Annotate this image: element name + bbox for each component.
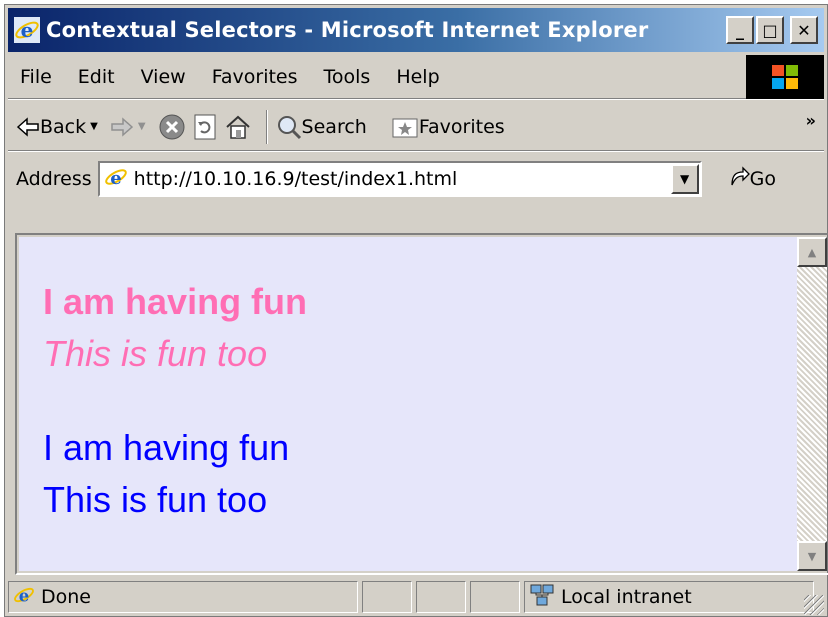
menu-help[interactable]: Help xyxy=(384,66,453,88)
address-bar: Address e http://10.10.16.9/test/index1.… xyxy=(8,155,824,203)
close-button[interactable]: ✕ xyxy=(790,16,818,44)
search-icon xyxy=(276,114,302,140)
svg-text:e: e xyxy=(21,18,34,42)
browser-window: e Contextual Selectors - Microsoft Inter… xyxy=(4,4,828,617)
favorites-icon xyxy=(391,115,419,139)
minimize-button[interactable]: _ xyxy=(726,16,754,44)
status-panel-3 xyxy=(470,581,520,613)
go-arrow-icon xyxy=(726,165,750,194)
standard-toolbar: Back ▼ ▼ Search Favorites » xyxy=(8,103,824,151)
search-label: Search xyxy=(301,115,367,138)
menu-file[interactable]: File xyxy=(8,66,66,88)
stop-button[interactable] xyxy=(158,113,186,141)
back-label: Back xyxy=(40,115,87,138)
toolbar-separator xyxy=(265,109,268,144)
back-button[interactable]: Back ▼ xyxy=(16,116,104,138)
address-input[interactable]: e http://10.10.16.9/test/index1.html ▼ xyxy=(97,161,702,197)
favorites-button[interactable]: Favorites xyxy=(391,115,505,139)
blue-text-line-2: This is fun too xyxy=(43,479,268,520)
scroll-down-icon[interactable]: ▼ xyxy=(797,541,827,571)
menu-bar: File Edit View Favorites Tools Help xyxy=(8,55,824,99)
svg-text:e: e xyxy=(110,168,121,189)
content-frame: I am having fun This is fun too I am hav… xyxy=(15,233,828,575)
menu-favorites[interactable]: Favorites xyxy=(200,66,312,88)
scroll-up-icon[interactable]: ▲ xyxy=(797,237,827,267)
window-title: Contextual Selectors - Microsoft Interne… xyxy=(46,18,649,42)
status-panel-1 xyxy=(362,581,412,613)
page-content: I am having fun This is fun too I am hav… xyxy=(19,237,801,571)
back-arrow-icon xyxy=(16,116,40,137)
menu-view[interactable]: View xyxy=(129,66,200,88)
status-page-icon: e xyxy=(13,584,35,611)
internet-explorer-icon: e xyxy=(14,17,40,43)
windows-logo-icon xyxy=(746,55,824,99)
home-icon xyxy=(224,113,252,141)
forward-button[interactable]: ▼ xyxy=(110,116,152,137)
zone-label: Local intranet xyxy=(561,586,692,608)
status-panel-2 xyxy=(416,581,466,613)
forward-arrow-icon xyxy=(110,116,134,137)
maximize-button[interactable]: □ xyxy=(756,16,784,44)
home-button[interactable] xyxy=(224,113,252,141)
svg-text:e: e xyxy=(19,586,30,605)
toolbar-overflow-icon[interactable]: » xyxy=(806,111,816,130)
pink-bold-text: I am having fun xyxy=(43,281,308,322)
resize-grip-icon[interactable] xyxy=(804,595,824,615)
vertical-scrollbar[interactable]: ▲ ▼ xyxy=(797,237,827,571)
title-bar[interactable]: e Contextual Selectors - Microsoft Inter… xyxy=(8,8,824,52)
status-text: Done xyxy=(41,586,91,608)
page-icon: e xyxy=(104,165,128,194)
address-url: http://10.10.16.9/test/index1.html xyxy=(133,168,458,190)
address-dropdown-icon[interactable]: ▼ xyxy=(670,164,699,194)
go-label: Go xyxy=(749,168,777,190)
forward-dropdown-icon[interactable]: ▼ xyxy=(138,121,146,132)
menu-tools[interactable]: Tools xyxy=(312,66,385,88)
favorites-label: Favorites xyxy=(418,115,505,138)
pink-italic-text: This is fun too xyxy=(43,333,268,374)
stop-icon xyxy=(158,113,186,141)
security-zone-panel[interactable]: Local intranet xyxy=(524,581,814,613)
refresh-button[interactable] xyxy=(192,113,218,141)
menu-edit[interactable]: Edit xyxy=(66,66,129,88)
status-bar: e Done Local intranet xyxy=(8,579,824,615)
blue-text-line-1: I am having fun xyxy=(43,427,290,468)
status-panel-main: e Done xyxy=(8,581,358,613)
intranet-zone-icon xyxy=(529,583,555,612)
address-label: Address xyxy=(16,168,92,190)
go-button[interactable]: Go xyxy=(726,165,776,194)
refresh-icon xyxy=(192,113,218,141)
back-dropdown-icon[interactable]: ▼ xyxy=(90,121,98,132)
search-button[interactable]: Search xyxy=(276,114,367,140)
